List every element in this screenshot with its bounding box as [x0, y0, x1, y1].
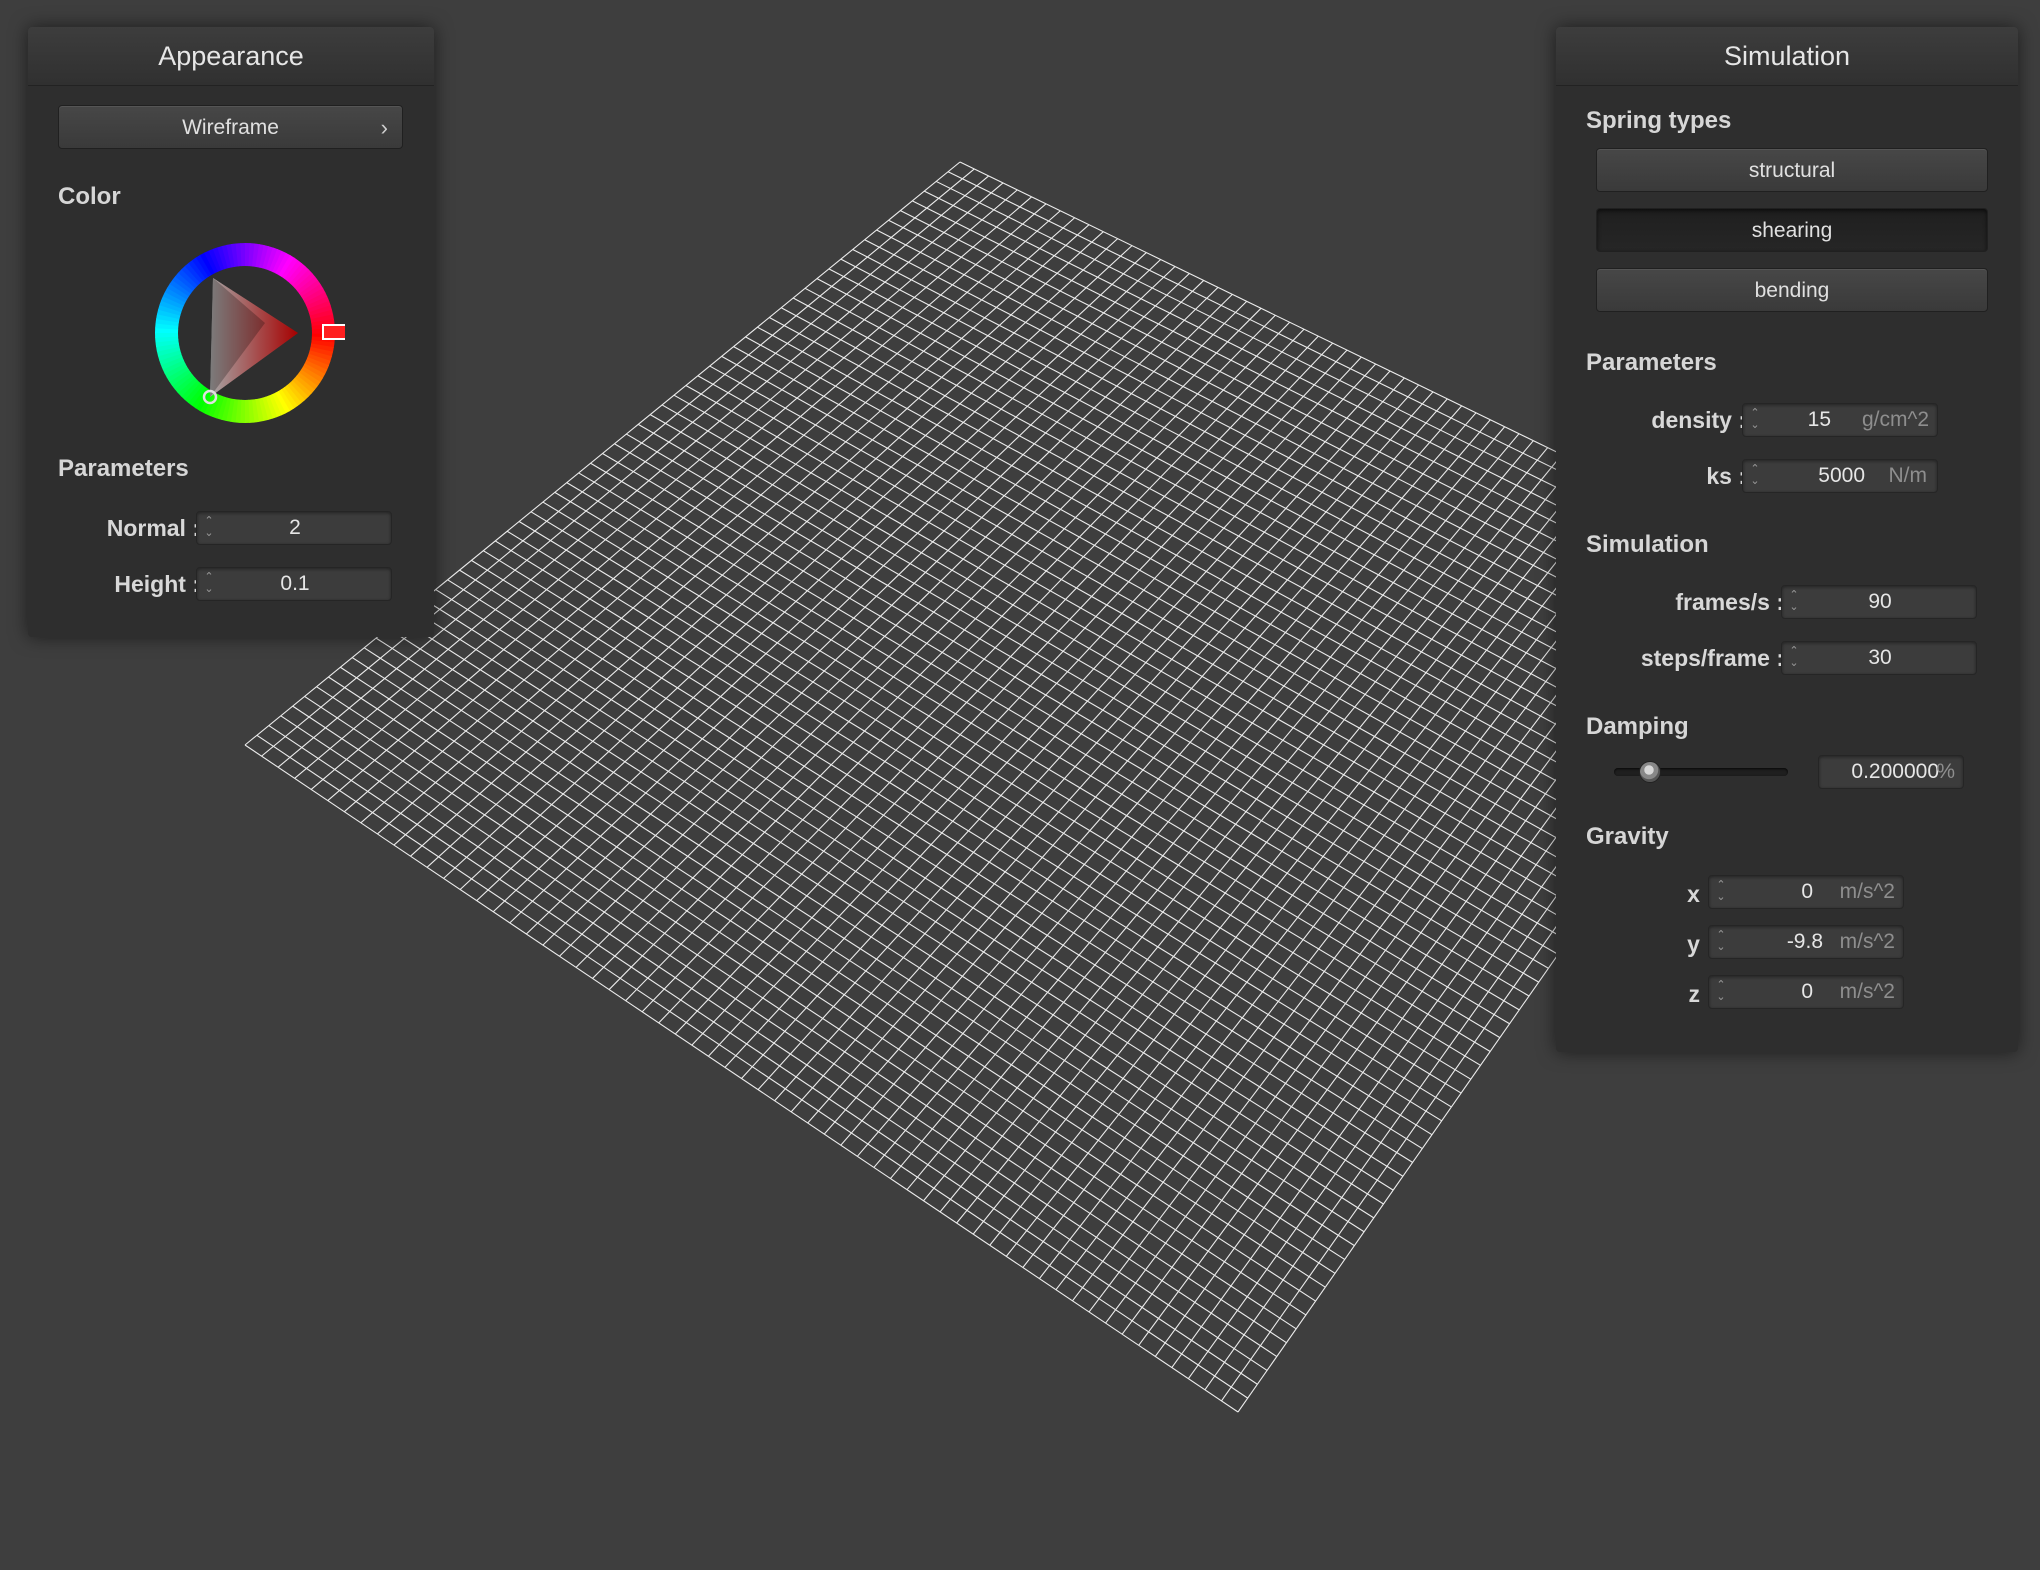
- gravity-y-value: -9.8: [1786, 930, 1823, 953]
- damping-value-field[interactable]: 0.200000 %: [1818, 755, 1964, 789]
- ks-unit: N/m: [1888, 464, 1928, 487]
- simulation-panel: Simulation Spring types structural shear…: [1556, 27, 2018, 1052]
- damping-unit: %: [1936, 760, 1955, 783]
- density-value: 15: [1807, 408, 1831, 431]
- gravity-z-unit: m/s^2: [1839, 980, 1895, 1003]
- spring-structural-button[interactable]: structural: [1596, 148, 1988, 192]
- spring-bending-button[interactable]: bending: [1596, 268, 1988, 312]
- normal-label: Normal :: [106, 515, 200, 541]
- shader-select-label: Wireframe: [182, 116, 279, 139]
- spring-shearing-button[interactable]: shearing: [1596, 208, 1988, 252]
- gravity-z-value: 0: [1801, 980, 1813, 1003]
- color-wheel[interactable]: [145, 233, 345, 433]
- gravity-x-unit: m/s^2: [1839, 880, 1895, 903]
- gravity-y-unit: m/s^2: [1839, 930, 1895, 953]
- color-section-title: Color: [58, 183, 121, 210]
- gravity-y-input[interactable]: ⌃ ⌄ -9.8 m/s^2: [1708, 925, 1904, 959]
- steps-per-frame-input[interactable]: ⌃ ⌄ 30: [1781, 641, 1977, 675]
- spring-types-title: Spring types: [1586, 107, 1732, 134]
- height-value: 0.1: [280, 572, 310, 595]
- simulation-panel-title: Simulation: [1556, 27, 2018, 86]
- ks-input[interactable]: ⌃ ⌄ 5000 N/m: [1742, 459, 1938, 493]
- damping-title: Damping: [1586, 713, 1689, 740]
- spinner-arrows-icon[interactable]: ⌃ ⌄: [1715, 879, 1727, 905]
- shader-select-button[interactable]: Wireframe ›: [58, 105, 403, 149]
- steps-per-frame-label: steps/frame :: [1640, 645, 1784, 671]
- gravity-x-input[interactable]: ⌃ ⌄ 0 m/s^2: [1708, 875, 1904, 909]
- spring-shearing-label: shearing: [1751, 219, 1833, 242]
- damping-slider-knob[interactable]: [1638, 761, 1661, 783]
- frames-per-s-label: frames/s :: [1675, 589, 1784, 615]
- density-label: density :: [1651, 407, 1746, 433]
- spring-structural-label: structural: [1748, 159, 1836, 182]
- spinner-arrows-icon[interactable]: ⌃ ⌄: [1749, 463, 1761, 489]
- spinner-arrows-icon[interactable]: ⌃ ⌄: [1715, 929, 1727, 955]
- density-input[interactable]: ⌃ ⌄ 15 g/cm^2: [1742, 403, 1938, 437]
- normal-input[interactable]: ⌃ ⌄ 2: [196, 511, 392, 545]
- gravity-z-input[interactable]: ⌃ ⌄ 0 m/s^2: [1708, 975, 1904, 1009]
- appearance-panel: Appearance Wireframe › Color Parameters …: [28, 27, 434, 637]
- steps-per-frame-value: 30: [1868, 646, 1892, 669]
- gravity-title: Gravity: [1586, 823, 1669, 850]
- normal-value: 2: [289, 516, 301, 539]
- height-input[interactable]: ⌃ ⌄ 0.1: [196, 567, 392, 601]
- spring-bending-label: bending: [1754, 279, 1830, 302]
- appearance-parameters-title: Parameters: [58, 455, 189, 482]
- appearance-panel-title: Appearance: [28, 27, 434, 86]
- density-unit: g/cm^2: [1861, 408, 1929, 431]
- simulation-section-title: Simulation: [1586, 531, 1709, 558]
- simulation-parameters-title: Parameters: [1586, 349, 1717, 376]
- gravity-x-label: x :: [1687, 881, 1714, 907]
- chevron-right-icon: ›: [380, 115, 388, 140]
- ks-value: 5000: [1818, 464, 1865, 487]
- frames-per-s-value: 90: [1868, 590, 1892, 613]
- damping-value: 0.200000: [1851, 760, 1939, 783]
- gravity-y-label: y :: [1687, 931, 1714, 957]
- gravity-x-value: 0: [1801, 880, 1813, 903]
- height-label: Height :: [114, 571, 200, 597]
- gravity-z-label: z :: [1688, 981, 1714, 1007]
- spinner-arrows-icon[interactable]: ⌃ ⌄: [1749, 407, 1761, 433]
- spinner-arrows-icon[interactable]: ⌃ ⌄: [1715, 979, 1727, 1005]
- frames-per-s-input[interactable]: ⌃ ⌄ 90: [1781, 585, 1977, 619]
- ks-label: ks :: [1706, 463, 1746, 489]
